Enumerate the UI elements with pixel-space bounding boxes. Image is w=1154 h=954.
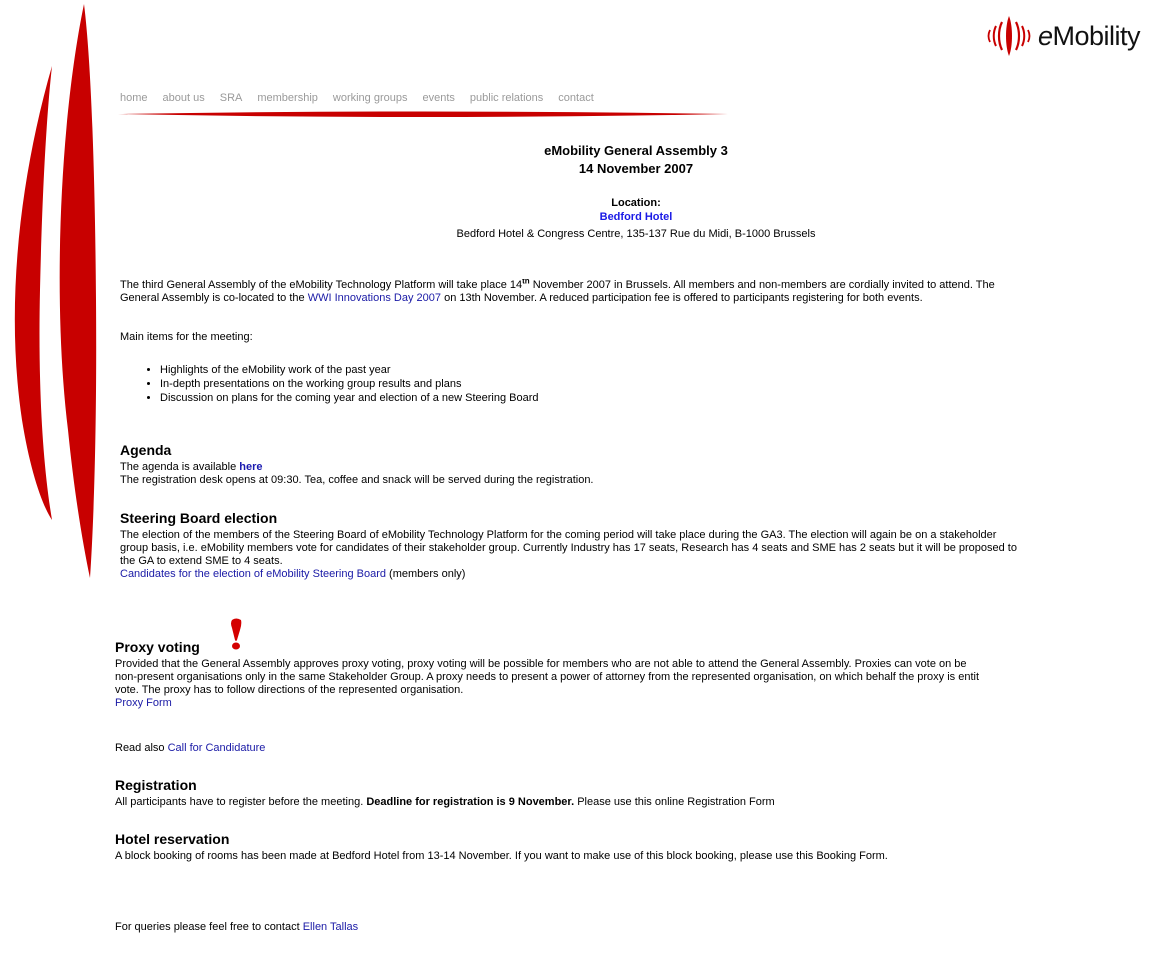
page-date: 14 November 2007 (578, 161, 694, 176)
nav-contact[interactable]: contact (558, 92, 593, 104)
proxy-form-link[interactable]: Proxy Form (115, 697, 172, 709)
main-items-list: Highlights of the eMobility work of the … (120, 363, 1154, 405)
steering-heading: Steering Board election (120, 510, 278, 526)
nav-membership[interactable]: membership (257, 92, 318, 104)
nav-about-us[interactable]: about us (163, 92, 205, 104)
location-address: Bedford Hotel & Congress Centre, 135-137… (456, 228, 816, 240)
call-for-candidature-link[interactable]: Call for Candidature (168, 742, 266, 754)
proxy-heading: Proxy voting (115, 639, 200, 655)
agenda-heading: Agenda (120, 442, 172, 458)
nav-working-groups[interactable]: working groups (333, 92, 408, 104)
nav-home[interactable]: home (120, 92, 148, 104)
location-hotel-link[interactable]: Bedford Hotel (118, 211, 1154, 223)
agenda-here-link[interactable]: here (239, 461, 262, 473)
hotel-heading: Hotel reservation (115, 831, 230, 847)
emobility-logo[interactable]: eMobility (984, 14, 1141, 58)
page-title: eMobility General Assembly 3 (544, 143, 728, 158)
signal-waves-icon (987, 16, 1031, 56)
main-items-label: Main items for the meeting: (120, 331, 253, 343)
nav-sra[interactable]: SRA (220, 92, 243, 104)
nav-underline (118, 111, 728, 117)
list-item: Discussion on plans for the coming year … (160, 391, 1154, 405)
read-also: Read also Call for Candidature (115, 742, 266, 754)
registration-text: All participants have to register before… (115, 796, 775, 808)
wwi-innovations-link[interactable]: WWI Innovations Day 2007 (308, 292, 441, 304)
proxy-text: Provided that the General Assembly appro… (115, 658, 980, 709)
intro-paragraph: The third General Assembly of the eMobil… (120, 279, 995, 304)
list-item: Highlights of the eMobility work of the … (160, 363, 1154, 377)
list-item: In-depth presentations on the working gr… (160, 377, 1154, 391)
decorative-swooshes (14, 4, 97, 578)
hotel-text: A block booking of rooms has been made a… (115, 850, 888, 862)
location-label: Location: (611, 197, 661, 209)
exclamation-icon (231, 618, 242, 650)
nav-events[interactable]: events (422, 92, 454, 104)
agenda-text: The agenda is available here The registr… (120, 461, 594, 486)
candidates-link[interactable]: Candidates for the election of eMobility… (120, 568, 386, 580)
ellen-tallas-link[interactable]: Ellen Tallas (303, 921, 358, 933)
main-nav: home about us SRA membership working gro… (120, 92, 609, 104)
steering-text: The election of the members of the Steer… (120, 529, 1017, 580)
contact-line: For queries please feel free to contact … (115, 921, 359, 933)
nav-public-relations[interactable]: public relations (470, 92, 543, 104)
logo-wordmark: eMobility (1038, 20, 1141, 51)
registration-heading: Registration (115, 777, 197, 793)
